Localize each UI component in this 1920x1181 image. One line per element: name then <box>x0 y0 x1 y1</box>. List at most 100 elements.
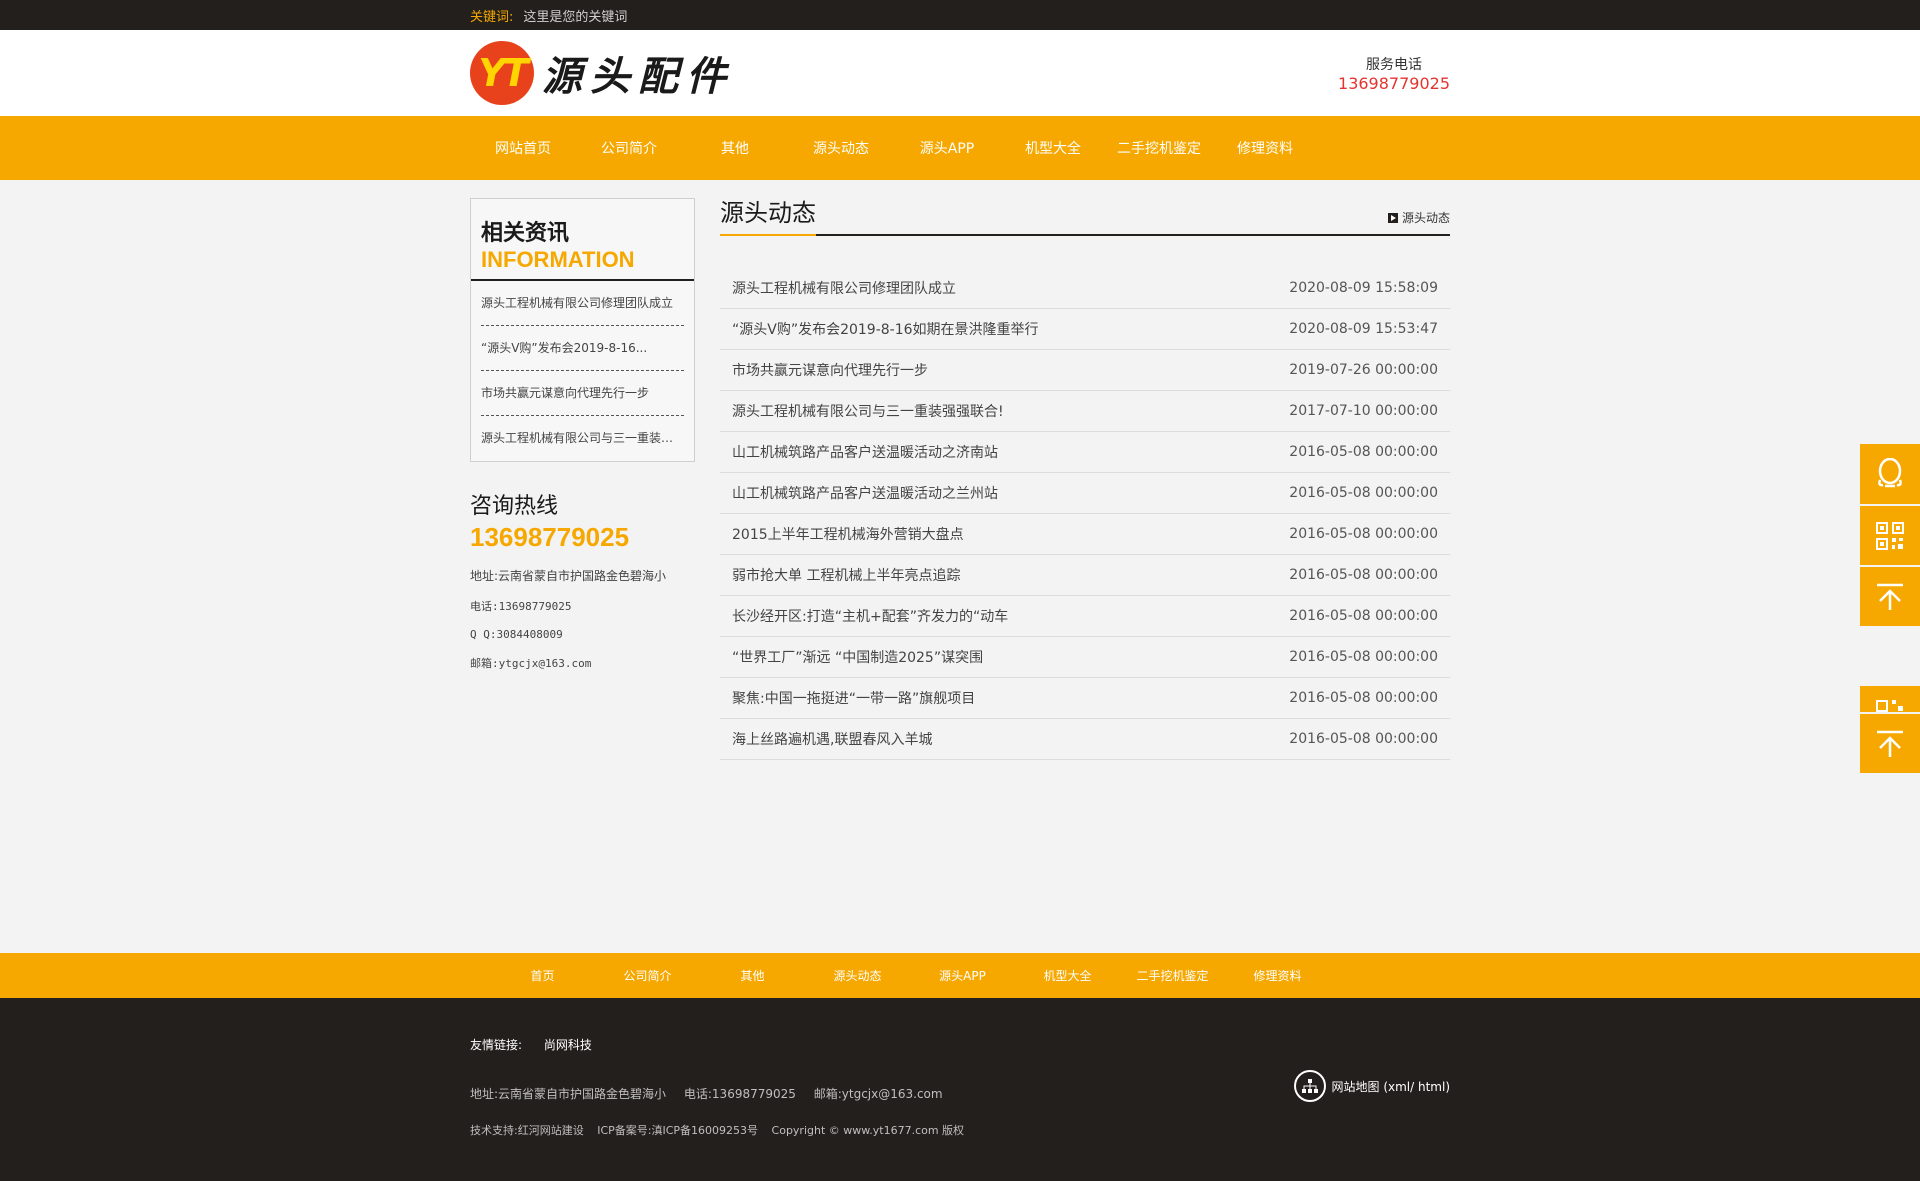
footer-copyright: 技术支持:红河网站建设 ICP备案号:滇ICP备16009253号 Copyri… <box>470 1122 1450 1138</box>
news-title[interactable]: 聚焦:中国一拖挺进“一带一路”旗舰项目 <box>732 688 975 708</box>
news-date: 2016-05-08 00:00:00 <box>1289 690 1438 706</box>
news-date: 2019-07-26 00:00:00 <box>1289 362 1438 378</box>
news-date: 2016-05-08 00:00:00 <box>1289 485 1438 501</box>
footer-nav-home[interactable]: 首页 <box>490 967 595 984</box>
logo[interactable]: YT 源头配件 <box>470 41 734 105</box>
news-title[interactable]: 山工机械筑路产品客户送温暖活动之兰州站 <box>732 483 998 503</box>
news-row[interactable]: 山工机械筑路产品客户送温暖活动之济南站 2016-05-08 00:00:00 <box>720 432 1450 473</box>
news-date: 2016-05-08 00:00:00 <box>1289 567 1438 583</box>
content-header: 源头动态 源头动态 <box>720 198 1450 236</box>
footer-nav-app[interactable]: 源头APP <box>910 967 1015 984</box>
qq-icon[interactable] <box>1860 444 1920 504</box>
keyword-text: 这里是您的关键词 <box>523 9 628 25</box>
news-row[interactable]: “世界工厂”渐远 “中国制造2025”谋突围 2016-05-08 00:00:0… <box>720 637 1450 678</box>
sitemap-icon <box>1293 1070 1326 1102</box>
news-row[interactable]: 海上丝路遍机遇,联盟春风入羊城 2016-05-08 00:00:00 <box>720 719 1450 760</box>
news-title[interactable]: 市场共赢元谋意向代理先行一步 <box>732 360 928 380</box>
back-to-top-icon[interactable] <box>1860 567 1920 626</box>
footer-nav-news[interactable]: 源头动态 <box>805 967 910 984</box>
news-date: 2020-08-09 15:53:47 <box>1289 321 1438 337</box>
news-date: 2016-05-08 00:00:00 <box>1289 608 1438 624</box>
footer-nav: 首页 公司简介 其他 源头动态 源头APP 机型大全 二手挖机鉴定 修理资料 <box>0 953 1920 998</box>
footer-nav-other[interactable]: 其他 <box>700 967 805 984</box>
friend-links-label: 友情链接: <box>470 1038 523 1052</box>
back-to-top-icon[interactable] <box>1860 714 1920 773</box>
contact-phone: 电话:13698779025 <box>470 600 572 613</box>
footer-address: 地址:云南省蒙自市护国路金色碧海小 <box>470 1087 667 1101</box>
sidebar: 相关资讯 INFORMATION 源头工程机械有限公司修理团队成立 “源头V购”… <box>470 198 695 951</box>
news-row[interactable]: 弱市抢大单 工程机械上半年亮点追踪 2016-05-08 00:00:00 <box>720 555 1450 596</box>
nav-item-repair[interactable]: 修理资料 <box>1212 138 1318 158</box>
contact-title: 咨询热线 <box>470 494 559 519</box>
sitemap-link[interactable]: 网站地图 (xml/ html) <box>1293 1070 1451 1102</box>
news-date: 2020-08-09 15:58:09 <box>1289 280 1438 296</box>
nav-item-models[interactable]: 机型大全 <box>1000 138 1106 158</box>
news-date: 2017-07-10 00:00:00 <box>1289 403 1438 419</box>
qrcode-icon[interactable] <box>1860 686 1920 712</box>
news-title[interactable]: 长沙经开区:打造“主机+配套”齐发力的“动车 <box>732 606 1008 626</box>
nav-item-home[interactable]: 网站首页 <box>470 138 576 158</box>
breadcrumb-link[interactable]: 源头动态 <box>1402 209 1450 226</box>
hotline-number: 13698779025 <box>1338 73 1450 93</box>
sitemap-label[interactable]: 网站地图 (xml/ html) <box>1332 1078 1451 1095</box>
page-title: 源头动态 <box>720 193 816 236</box>
footer-copyright-text: Copyright © www.yt1677.com 版权 <box>771 1124 965 1137</box>
footer-phone: 电话:13698779025 <box>683 1087 796 1101</box>
logo-text: 源头配件 <box>542 53 734 100</box>
news-title[interactable]: “源头V购”发布会2019-8-16如期在景洪隆重举行 <box>732 319 1039 339</box>
footer-email: 邮箱:ytgcjx@163.com <box>813 1087 943 1101</box>
footer-nav-appraisal[interactable]: 二手挖机鉴定 <box>1120 967 1225 984</box>
qrcode-icon[interactable] <box>1860 506 1920 565</box>
news-title[interactable]: 源头工程机械有限公司与三一重装强强联合! <box>732 401 1004 421</box>
footer-nav-models[interactable]: 机型大全 <box>1015 967 1120 984</box>
contact-number: 13698779025 <box>470 522 630 552</box>
news-title[interactable]: 弱市抢大单 工程机械上半年亮点追踪 <box>732 565 960 585</box>
related-info-item[interactable]: 源头工程机械有限公司修理团队成立 <box>481 281 684 326</box>
contact-qq: Q Q:3084408009 <box>470 628 563 641</box>
news-row[interactable]: 山工机械筑路产品客户送温暖活动之兰州站 2016-05-08 00:00:00 <box>720 473 1450 514</box>
news-row[interactable]: 源头工程机械有限公司与三一重装强强联合! 2017-07-10 00:00:00 <box>720 391 1450 432</box>
news-title[interactable]: 山工机械筑路产品客户送温暖活动之济南站 <box>732 442 998 462</box>
header: YT 源头配件 服务电话 13698779025 <box>0 30 1920 116</box>
footer-icp[interactable]: ICP备案号:滇ICP备16009253号 <box>597 1124 758 1137</box>
news-title[interactable]: 海上丝路遍机遇,联盟春风入羊城 <box>732 729 932 749</box>
footer-nav-repair[interactable]: 修理资料 <box>1225 967 1330 984</box>
news-title[interactable]: “世界工厂”渐远 “中国制造2025”谋突围 <box>732 647 983 667</box>
main: 相关资讯 INFORMATION 源头工程机械有限公司修理团队成立 “源头V购”… <box>0 180 1920 951</box>
play-arrow-icon <box>1387 212 1398 223</box>
related-info-title: 相关资讯 <box>481 221 570 246</box>
friend-links: 友情链接: 尚网科技 <box>470 1036 1450 1053</box>
contact-address: 地址:云南省蒙自市护国路金色碧海小 <box>470 569 667 583</box>
related-info-subtitle: INFORMATION <box>481 247 635 272</box>
related-info-header: 相关资讯 INFORMATION <box>471 199 694 281</box>
content: 源头动态 源头动态 源头工程机械有限公司修理团队成立 2020-08-09 15:… <box>720 198 1450 951</box>
top-bar: 关键词: 这里是您的关键词 <box>0 0 1920 30</box>
footer-tech-support[interactable]: 技术支持:红河网站建设 <box>470 1124 584 1137</box>
news-title[interactable]: 源头工程机械有限公司修理团队成立 <box>732 278 956 298</box>
news-date: 2016-05-08 00:00:00 <box>1289 649 1438 665</box>
news-list: 源头工程机械有限公司修理团队成立 2020-08-09 15:58:09 “源头V… <box>720 268 1450 760</box>
friend-link[interactable]: 尚网科技 <box>544 1038 592 1052</box>
news-row[interactable]: 源头工程机械有限公司修理团队成立 2020-08-09 15:58:09 <box>720 268 1450 309</box>
news-date: 2016-05-08 00:00:00 <box>1289 526 1438 542</box>
contact-email: 邮箱:ytgcjx@163.com <box>470 657 592 670</box>
breadcrumb: 源头动态 <box>1387 209 1450 234</box>
nav-item-news[interactable]: 源头动态 <box>788 138 894 158</box>
news-row[interactable]: 聚焦:中国一拖挺进“一带一路”旗舰项目 2016-05-08 00:00:00 <box>720 678 1450 719</box>
news-row[interactable]: 长沙经开区:打造“主机+配套”齐发力的“动车 2016-05-08 00:00:0… <box>720 596 1450 637</box>
news-row[interactable]: “源头V购”发布会2019-8-16如期在景洪隆重举行 2020-08-09 15… <box>720 309 1450 350</box>
related-info-item[interactable]: 源头工程机械有限公司与三一重装… <box>481 416 684 461</box>
hotline-label: 服务电话 <box>1366 56 1422 73</box>
related-info-item[interactable]: “源头V购”发布会2019-8-16... <box>481 326 684 371</box>
nav-item-appraisal[interactable]: 二手挖机鉴定 <box>1106 138 1212 158</box>
nav-item-about[interactable]: 公司简介 <box>576 138 682 158</box>
news-title[interactable]: 2015上半年工程机械海外营销大盘点 <box>732 524 964 544</box>
nav-item-other[interactable]: 其他 <box>682 138 788 158</box>
related-info-item[interactable]: 市场共赢元谋意向代理先行一步 <box>481 371 684 416</box>
news-row[interactable]: 市场共赢元谋意向代理先行一步 2019-07-26 00:00:00 <box>720 350 1450 391</box>
nav-item-app[interactable]: 源头APP <box>894 138 1000 158</box>
footer-nav-about[interactable]: 公司简介 <box>595 967 700 984</box>
news-date: 2016-05-08 00:00:00 <box>1289 444 1438 460</box>
news-date: 2016-05-08 00:00:00 <box>1289 731 1438 747</box>
news-row[interactable]: 2015上半年工程机械海外营销大盘点 2016-05-08 00:00:00 <box>720 514 1450 555</box>
